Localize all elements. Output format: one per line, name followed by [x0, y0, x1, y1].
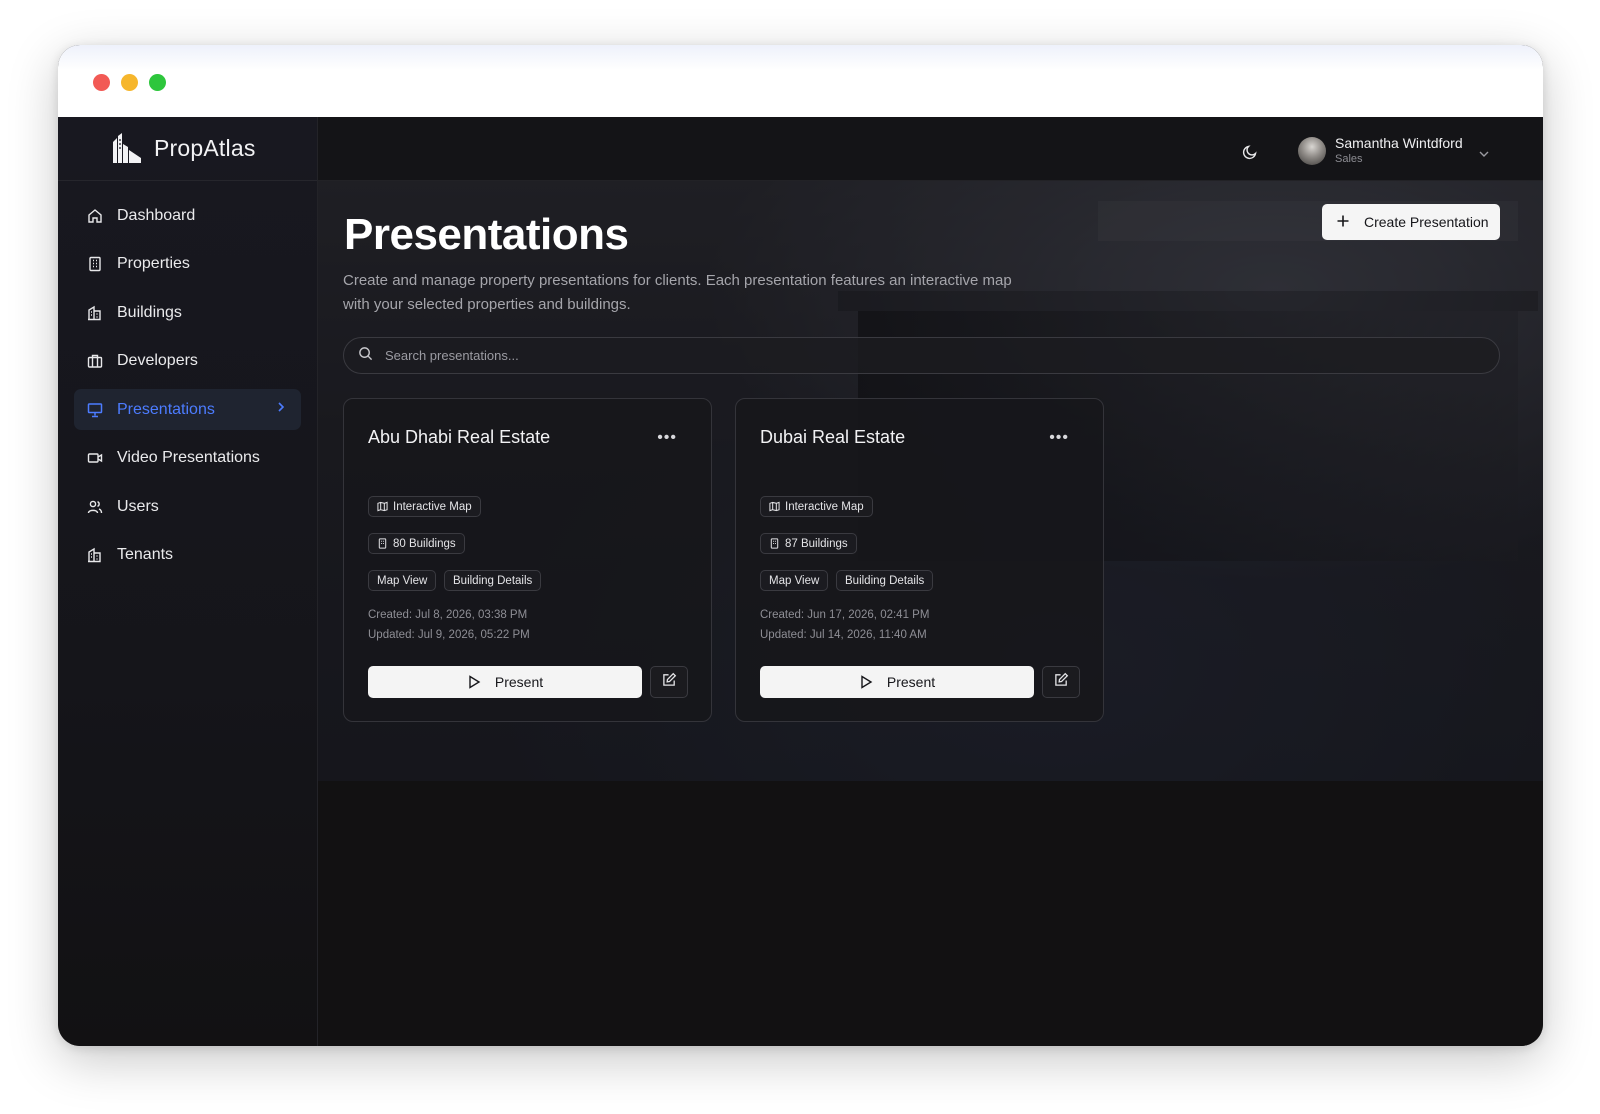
created-date: Created: Jul 8, 2026, 03:38 PM [368, 609, 528, 621]
badge-building-details: Building Details [836, 570, 934, 591]
play-icon [859, 675, 873, 689]
buildings-icon [86, 304, 104, 322]
presentation-card[interactable]: Abu Dhabi Real Estate ••• Interactive Ma… [343, 398, 712, 722]
badge-label: Interactive Map [393, 500, 472, 513]
sidebar-item-buildings[interactable]: Buildings [74, 292, 301, 333]
edit-button[interactable] [650, 666, 688, 698]
chevron-down-icon [1478, 146, 1490, 164]
badge-label: 87 Buildings [785, 537, 848, 550]
badge-interactive-map: Interactive Map [368, 496, 481, 517]
users-icon [86, 498, 104, 516]
sidebar-item-label: Video Presentations [117, 449, 260, 466]
sidebar: PropAtlas Dashboard Properties Buildings [58, 117, 318, 1046]
buildings-logo-icon [113, 132, 141, 163]
main-content: Samantha Wintdford Sales Presentations C… [318, 117, 1543, 1046]
created-date: Created: Jun 17, 2026, 02:41 PM [760, 609, 930, 621]
badge-label: Building Details [845, 574, 925, 587]
sidebar-item-tenants[interactable]: Tenants [74, 535, 301, 576]
create-presentation-button[interactable]: Create Presentation [1322, 204, 1500, 240]
edit-icon [662, 672, 677, 692]
sidebar-item-users[interactable]: Users [74, 486, 301, 527]
maximize-window-button[interactable] [149, 74, 166, 91]
badge-label: Interactive Map [785, 500, 864, 513]
sidebar-item-label: Properties [117, 255, 190, 272]
sidebar-item-label: Tenants [117, 546, 174, 563]
sidebar-item-developers[interactable]: Developers [74, 341, 301, 382]
plus-icon [1336, 213, 1350, 231]
edit-icon [1054, 672, 1069, 692]
map-icon [377, 501, 388, 512]
user-menu[interactable]: Samantha Wintdford Sales [1298, 135, 1489, 166]
minimize-window-button[interactable] [121, 74, 138, 91]
close-window-button[interactable] [93, 74, 110, 91]
play-icon [467, 675, 481, 689]
badge-map-view: Map View [368, 570, 437, 591]
page-title: Presentations [344, 210, 629, 259]
briefcase-icon [86, 352, 104, 370]
updated-date: Updated: Jul 9, 2026, 05:22 PM [368, 629, 530, 641]
sidebar-item-presentations[interactable]: Presentations [74, 389, 301, 430]
sidebar-item-properties[interactable]: Properties [74, 244, 301, 285]
presentation-card[interactable]: Dubai Real Estate ••• Interactive Map 87… [735, 398, 1104, 722]
sidebar-item-dashboard[interactable]: Dashboard [74, 195, 301, 236]
card-title: Dubai Real Estate [760, 427, 906, 447]
present-label: Present [886, 674, 936, 690]
badge-label: Map View [769, 574, 820, 587]
search-icon [358, 346, 373, 366]
user-role: Sales [1335, 153, 1363, 165]
card-title: Abu Dhabi Real Estate [368, 427, 551, 447]
badge-buildings-count: 80 Buildings [368, 533, 465, 554]
moon-icon[interactable] [1242, 144, 1260, 162]
updated-date: Updated: Jul 14, 2026, 11:40 AM [760, 629, 927, 641]
tenants-icon [86, 546, 104, 564]
presentation-icon [86, 401, 104, 419]
search-bar[interactable] [343, 337, 1500, 374]
page-description: Create and manage property presentations… [343, 272, 1012, 313]
window-titlebar [58, 45, 1543, 117]
sidebar-item-label: Users [117, 497, 159, 515]
brand[interactable]: PropAtlas [58, 117, 317, 181]
badge-interactive-map: Interactive Map [760, 496, 873, 517]
more-options-icon[interactable]: ••• [1049, 429, 1069, 447]
video-icon [86, 449, 104, 467]
app-window: PropAtlas Dashboard Properties Buildings [58, 45, 1543, 1046]
building-icon [86, 255, 104, 273]
building-icon [377, 538, 388, 549]
present-label: Present [494, 674, 544, 690]
sidebar-item-label: Presentations [117, 400, 215, 418]
sidebar-item-label: Developers [117, 352, 198, 369]
top-bar: Samantha Wintdford Sales [318, 117, 1543, 181]
badge-label: Building Details [453, 574, 533, 587]
sidebar-nav: Dashboard Properties Buildings Developer… [58, 181, 317, 576]
sidebar-item-video-presentations[interactable]: Video Presentations [74, 438, 301, 479]
badge-label: 80 Buildings [393, 537, 456, 550]
building-icon [769, 538, 780, 549]
present-button[interactable]: Present [760, 666, 1034, 698]
brand-name: PropAtlas [154, 135, 256, 161]
create-presentation-label: Create Presentation [1364, 214, 1489, 230]
map-icon [769, 501, 780, 512]
badge-building-details: Building Details [444, 570, 542, 591]
badge-map-view: Map View [760, 570, 829, 591]
badge-label: Map View [377, 574, 428, 587]
edit-button[interactable] [1042, 666, 1080, 698]
chevron-right-icon [275, 400, 287, 419]
sidebar-item-label: Dashboard [117, 206, 196, 224]
search-input[interactable] [385, 348, 1285, 363]
user-name: Samantha Wintdford [1335, 135, 1463, 151]
badge-buildings-count: 87 Buildings [760, 533, 857, 554]
more-options-icon[interactable]: ••• [657, 429, 677, 447]
sidebar-item-label: Buildings [117, 303, 182, 321]
home-icon [86, 207, 104, 225]
avatar [1298, 136, 1326, 165]
present-button[interactable]: Present [368, 666, 642, 698]
